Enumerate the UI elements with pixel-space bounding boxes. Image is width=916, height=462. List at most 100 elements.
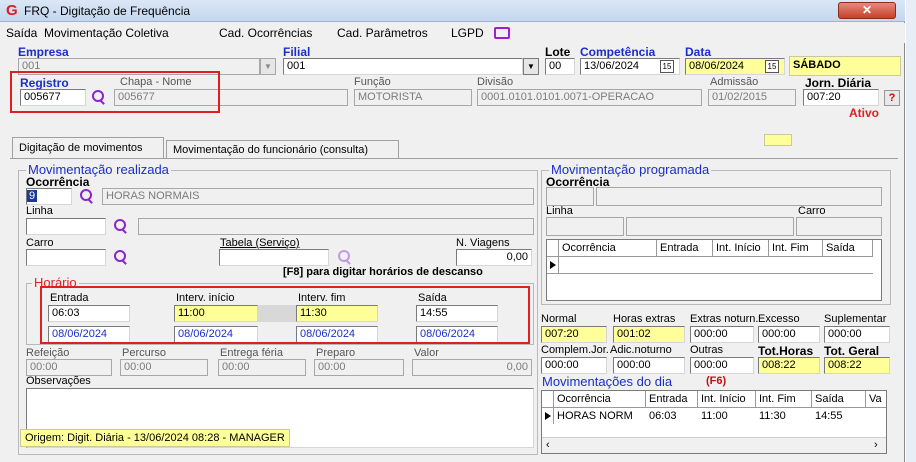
help-button[interactable]: ? (884, 90, 900, 106)
lote-label: Lote (545, 45, 571, 59)
mov-col-ocorrencia[interactable]: Ocorrência (554, 391, 646, 408)
prog-col-ocorrencia[interactable]: Ocorrência (559, 240, 657, 257)
ocorrencia-code-field[interactable]: 9 (26, 188, 72, 205)
adic-field: 000:00 (613, 357, 685, 374)
title-bar: G FRQ - Digitação de Frequência ✕ (0, 0, 905, 22)
complem-field: 000:00 (541, 357, 607, 374)
search-icon-ocorrencia[interactable] (78, 188, 94, 204)
prog-linha-label: Linha (546, 205, 573, 217)
mov-row-saida[interactable]: 14:55 (812, 408, 866, 424)
admissao-label: Admissão (710, 76, 759, 88)
menu-bar: Saída Movimentação Coletiva Cad. Ocorrên… (0, 23, 905, 43)
mov-col-int-inicio[interactable]: Int. Início (698, 391, 756, 408)
ocorrencia-label: Ocorrência (26, 175, 90, 189)
linha-desc-field (138, 218, 534, 235)
normal-field: 007:20 (541, 326, 607, 343)
f8-hint: [F8] para digitar horários de descanso (283, 266, 483, 278)
entrega-label: Entrega féria (220, 347, 283, 359)
menu-cad-parametros[interactable]: Cad. Parâmetros (337, 26, 428, 40)
tab-digitacao-label: Digitação de movimentos (19, 142, 143, 154)
tab-consulta[interactable]: Movimentação do funcionário (consulta) (166, 140, 399, 159)
empresa-label: Empresa (18, 45, 69, 59)
prog-ocorrencia-field (546, 187, 594, 206)
tabela-field[interactable] (219, 249, 329, 266)
extras-label: Horas extras (613, 313, 676, 325)
refeicao-label: Refeição (26, 347, 70, 359)
mov-dia-grid[interactable]: Ocorrência Entrada Int. Início Int. Fim … (541, 390, 887, 454)
row-pointer-icon (550, 261, 556, 269)
monitor-icon[interactable] (494, 27, 510, 39)
empresa-dropdown[interactable]: ▼ (260, 58, 276, 75)
filial-field[interactable]: 001 (283, 58, 523, 75)
mov-row-int-fim[interactable]: 11:30 (756, 408, 812, 424)
mov-row-int-inicio[interactable]: 11:00 (698, 408, 756, 424)
tab-divider (10, 158, 898, 159)
menu-movimentacao-coletiva[interactable]: Movimentação Coletiva (44, 26, 169, 40)
outras-label: Outras (690, 344, 724, 356)
calendar-icon-data[interactable]: 15 (765, 60, 779, 73)
prog-col-int-fim[interactable]: Int. Fim (769, 240, 823, 257)
tot-horas-label: Tot.Horas (758, 344, 814, 358)
mov-dia-title: Movimentações do dia (542, 374, 673, 389)
close-button[interactable]: ✕ (838, 2, 896, 19)
extras-field: 001:02 (613, 326, 685, 343)
observacoes-label: Observações (26, 375, 91, 387)
mov-grid-corner (542, 391, 554, 408)
mov-row-entrada[interactable]: 06:03 (646, 408, 698, 424)
dia-semana-badge: SÁBADO (789, 56, 901, 76)
background-sliver (906, 0, 916, 462)
tab-digitacao[interactable]: Digitação de movimentos (12, 137, 164, 159)
prog-col-saida[interactable]: Saída (823, 240, 873, 257)
main-window: G FRQ - Digitação de Frequência ✕ Saída … (0, 0, 905, 462)
mov-col-valor[interactable]: Va (866, 391, 886, 408)
programada-grid[interactable]: Ocorrência Entrada Int. Início Int. Fim … (546, 239, 882, 301)
mov-row-indicator (542, 408, 554, 424)
extras-noturn-label: Extras noturn. (690, 313, 759, 325)
scroll-right-icon[interactable]: › (874, 439, 878, 451)
percurso-field: 00:00 (120, 359, 208, 376)
prog-col-int-inicio[interactable]: Int. Início (713, 240, 769, 257)
search-icon-tabela[interactable] (336, 249, 352, 265)
percurso-label: Percurso (122, 347, 167, 359)
mov-scrollbar[interactable]: ‹ › (542, 437, 886, 453)
linha-field[interactable] (26, 218, 106, 235)
menu-saida[interactable]: Saída (6, 26, 37, 40)
mov-col-int-fim[interactable]: Int. Fim (756, 391, 812, 408)
scroll-left-icon[interactable]: ‹ (546, 439, 550, 451)
app-logo-icon: G (6, 2, 18, 19)
filial-dropdown[interactable]: ▼ (523, 58, 539, 75)
filial-label: Filial (283, 45, 311, 59)
viagens-label: N. Viagens (456, 237, 510, 249)
status-badge: Ativo (849, 106, 879, 120)
search-icon-carro[interactable] (112, 249, 128, 265)
divisao-field: 0001.0101.0101.0071-OPERACAO (477, 89, 702, 106)
mov-col-saida[interactable]: Saída (812, 391, 866, 408)
preparo-field: 00:00 (314, 359, 404, 376)
valor-field: 0,00 (412, 359, 532, 376)
viagens-field[interactable]: 0,00 (456, 249, 532, 266)
competencia-label: Competência (580, 45, 656, 59)
ocorrencia-desc-field: HORAS NORMAIS (102, 188, 534, 205)
linha-label: Linha (26, 205, 53, 217)
tot-geral-label: Tot. Geral (824, 344, 880, 358)
search-icon-linha[interactable] (112, 218, 128, 234)
prog-empty-row[interactable] (559, 257, 873, 274)
jornada-field[interactable]: 007:20 (803, 89, 879, 106)
data-label: Data (685, 45, 712, 59)
calendar-icon[interactable]: 15 (660, 60, 674, 73)
prog-linha-field (546, 217, 624, 236)
menu-cad-ocorrencias[interactable]: Cad. Ocorrências (219, 26, 312, 40)
prog-col-entrada[interactable]: Entrada (657, 240, 713, 257)
prog-carro-label: Carro (798, 205, 826, 217)
valor-label: Valor (414, 347, 439, 359)
tot-horas-field: 008:22 (758, 357, 820, 374)
excesso-field: 000:00 (758, 326, 820, 343)
divisao-label: Divisão (477, 76, 514, 88)
menu-lgpd[interactable]: LGPD (451, 26, 484, 40)
lote-field[interactable]: 00 (545, 58, 575, 75)
mov-row-ocorrencia[interactable]: HORAS NORM (554, 408, 646, 424)
carro-field[interactable] (26, 249, 106, 266)
extras-noturn-field: 000:00 (690, 326, 754, 343)
highlight-registro (10, 71, 220, 113)
mov-col-entrada[interactable]: Entrada (646, 391, 698, 408)
